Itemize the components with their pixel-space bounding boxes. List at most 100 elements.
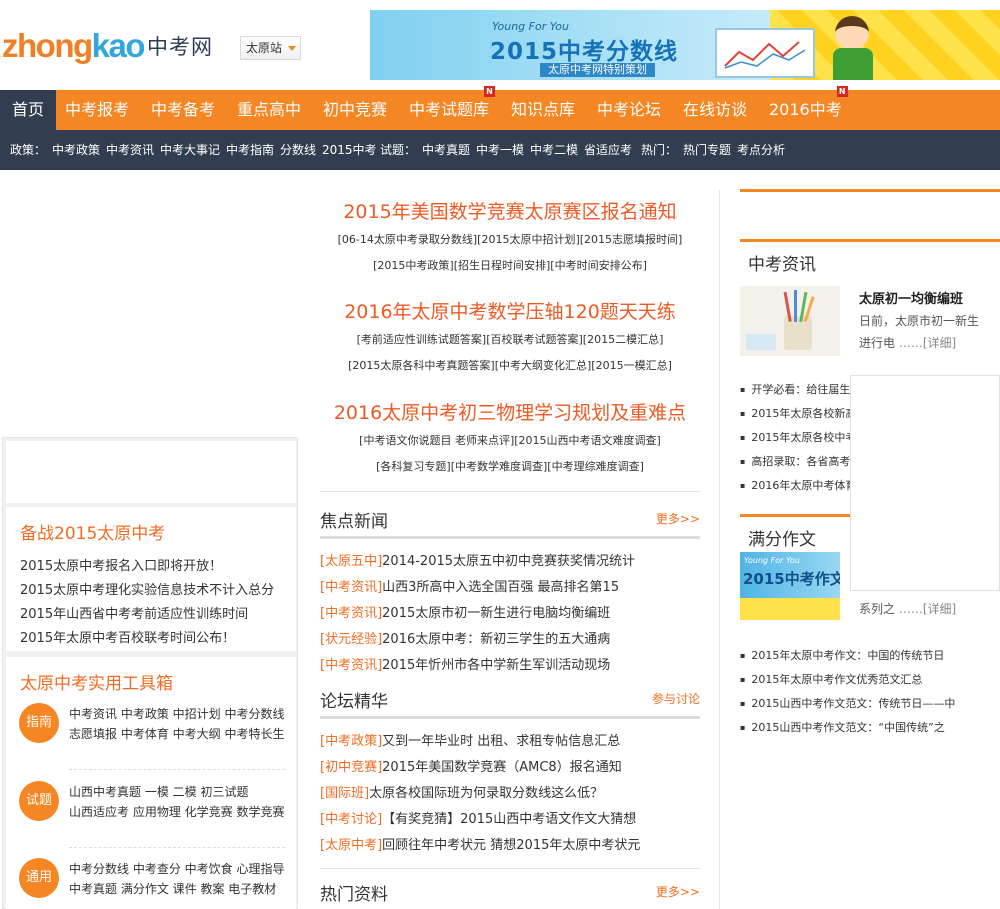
hot-more-link[interactable]: 更多>> xyxy=(656,883,700,900)
subnav-link[interactable]: 热门专题 xyxy=(683,130,731,170)
nav-apply[interactable]: 中考报考 xyxy=(65,90,129,130)
forum-item[interactable]: [初中竞赛]2015年美国数学竞赛（AMC8）报名通知 xyxy=(320,756,700,775)
subnav-link[interactable]: 省适应考 xyxy=(584,130,632,170)
chevron-down-icon xyxy=(288,46,296,51)
prep-panel: 备战2015太原中考 2015太原中考报名入口即将开放！ 2015太原中考理化实… xyxy=(6,507,296,651)
news-list-item[interactable]: 2015年太原各校新高 xyxy=(740,405,856,421)
essay-list-item[interactable]: 2015山西中考作文范文：“中国传统”之 xyxy=(740,719,944,735)
nav-2016[interactable]: 2016中考 N xyxy=(769,86,848,130)
tool-links[interactable]: 山西中考真题 一模 二模 初三试题 xyxy=(69,783,248,800)
prep-link[interactable]: 2015太原中考理化实验信息技术不计入总分 xyxy=(20,579,274,598)
chart-board-icon xyxy=(715,28,815,78)
nav-forum[interactable]: 中考论坛 xyxy=(597,90,661,130)
nav-contest[interactable]: 初中竞赛 xyxy=(323,90,387,130)
prep-link[interactable]: 2015年山西省中考考前适应性训练时间 xyxy=(20,603,248,622)
essay-list-item[interactable]: 2015山西中考作文范文：传统节日——中 xyxy=(740,695,955,711)
headline-sublinks[interactable]: [2015中考政策][招生日程时间安排][中考时间安排公布] xyxy=(320,257,700,273)
nav-prep[interactable]: 中考备考 xyxy=(151,90,215,130)
tool-links[interactable]: 志愿填报 中考体育 中考大纲 中考特长生 xyxy=(69,725,284,742)
station-selector[interactable]: 太原站 xyxy=(240,36,301,60)
news-item[interactable]: [中考资讯]山西3所高中入选全国百强 最高排名第15 xyxy=(320,576,700,595)
divider xyxy=(320,491,700,492)
forum-item[interactable]: [中考讨论]【有奖竞猜】2015山西中考语文作文大猜想 xyxy=(320,808,700,827)
focus-news-title: 焦点新闻 xyxy=(320,512,388,532)
news-item[interactable]: [中考资讯]2015太原市初一新生进行电脑均衡编班 xyxy=(320,602,700,621)
essay-desc: 系列之 ……[详细] xyxy=(859,602,957,616)
essay-thumb-title: 2015中考作文 xyxy=(743,570,840,588)
headline-link[interactable]: 2016太原中考初三物理学习规划及重难点 xyxy=(320,398,700,425)
subnav-link[interactable]: 中考二模 xyxy=(530,130,578,170)
news-list-item[interactable]: 2016年太原中考体育 xyxy=(740,477,856,493)
tool-links[interactable]: 中考分数线 中考查分 中考饮食 心理指导 xyxy=(69,860,284,877)
tool-badge[interactable]: 通用 xyxy=(19,858,59,898)
sub-nav: 政策： 中考政策 中考资讯 中考大事记 中考指南 分数线 2015中考 试题： … xyxy=(0,130,1000,170)
news-list-item[interactable]: 高招录取：各省高考 xyxy=(740,453,850,469)
forum-item[interactable]: [太原中考]回顾往年中考状元 猜想2015年太原中考状元 xyxy=(320,834,700,853)
feature-thumbnail[interactable] xyxy=(740,286,840,356)
subnav-link[interactable]: 中考大事记 xyxy=(160,130,220,170)
tool-badge[interactable]: 试题 xyxy=(19,781,59,821)
nav-knowledge[interactable]: 知识点库 xyxy=(511,90,575,130)
forum-item[interactable]: [中考政策]又到一年毕业时 出租、求租专帖信息汇总 xyxy=(320,730,700,749)
divider xyxy=(320,868,700,869)
subnav-link[interactable]: 考点分析 xyxy=(737,130,785,170)
focus-more-link[interactable]: 更多>> xyxy=(656,510,700,527)
prep-link[interactable]: 2015太原中考报名入口即将开放！ xyxy=(20,555,222,574)
site-logo[interactable]: zhong kao 中考网 xyxy=(2,24,213,68)
left-sidebar: 备战2015太原中考 2015太原中考报名入口即将开放！ 2015太原中考理化实… xyxy=(2,437,298,909)
headline-sublinks[interactable]: [各科复习专题][中考数学难度调查][中考理综难度调查] xyxy=(320,458,700,474)
feature-title[interactable]: 太原初一均衡编班 xyxy=(859,288,963,307)
headline-link[interactable]: 2016年太原中考数学压轴120题天天练 xyxy=(320,297,700,324)
essay-list-item[interactable]: 2015年太原中考作文：中国的传统节日 xyxy=(740,647,944,663)
essay-list-item[interactable]: 2015年太原中考作文优秀范文汇总 xyxy=(740,671,922,687)
prep-link[interactable]: 2015年太原中考百校联考时间公布！ xyxy=(20,627,235,646)
new-badge: N xyxy=(484,86,496,97)
news-list-item[interactable]: 2015年太原各校中考 xyxy=(740,429,856,445)
subnav-link[interactable]: 中考资讯 xyxy=(106,130,154,170)
essay-more-link[interactable]: ……[详细] xyxy=(899,602,956,616)
subnav-link[interactable]: 2015中考 xyxy=(322,130,377,170)
subnav-link[interactable]: 中考政策 xyxy=(52,130,100,170)
toolbox-panel: 太原中考实用工具箱 指南 中考资讯 中考政策 中招计划 中考分数线 志愿填报 中… xyxy=(6,657,296,909)
forum-item[interactable]: [国际班]太原各校国际班为何录取分数线这么低？ xyxy=(320,782,700,801)
new-badge: N xyxy=(836,86,848,97)
tool-links[interactable]: 山西适应考 应用物理 化学竞赛 数学竞赛 xyxy=(69,803,284,820)
news-list-item[interactable]: 开学必看：给往届生 xyxy=(740,381,850,397)
subnav-label-hot: 热门： xyxy=(641,143,678,157)
pencil-cup-icon xyxy=(746,290,815,350)
nav-interview[interactable]: 在线访谈 xyxy=(683,90,747,130)
subnav-link[interactable]: 分数线 xyxy=(280,130,316,170)
headline-sublinks[interactable]: [06-14太原中考录取分数线][2015太原中招计划][2015志愿填报时间] xyxy=(320,231,700,247)
nav-home[interactable]: 首页 xyxy=(0,90,56,130)
subnav-link[interactable]: 中考真题 xyxy=(422,130,470,170)
tool-links[interactable]: 中考资讯 中考政策 中招计划 中考分数线 xyxy=(69,705,284,722)
headline-sublinks[interactable]: [2015太原各科中考真题答案][中考大纲变化汇总][2015一模汇总] xyxy=(320,357,700,373)
forum-join-link[interactable]: 参与讨论 xyxy=(652,690,700,707)
essay-thumbnail[interactable]: Young For You 2015中考作文 xyxy=(740,552,840,620)
headline-link[interactable]: 2015年美国数学竞赛太原赛区报名通知 xyxy=(320,197,700,224)
news-section-title: 中考资讯 xyxy=(748,255,816,275)
essay-thumb-tagline: Young For You xyxy=(744,556,800,565)
banner-title: 2015中考分数线 xyxy=(490,39,679,65)
nav-2016-label: 2016中考 xyxy=(769,100,842,119)
top-banner[interactable]: Young For You 2015中考分数线 太原中考网特别策划 xyxy=(370,10,1000,80)
subnav-link[interactable]: 中考指南 xyxy=(226,130,274,170)
news-item[interactable]: [中考资讯]2015年忻州市各中学新生军训活动现场 xyxy=(320,654,700,673)
prep-title: 备战2015太原中考 xyxy=(20,524,166,544)
nav-test-bank-label: 中考试题库 xyxy=(409,100,490,119)
tool-links[interactable]: 中考真题 满分作文 课件 教案 电子教材 xyxy=(69,880,276,897)
news-item[interactable]: [太原五中]2014-2015太原五中初中竞赛获奖情况统计 xyxy=(320,550,700,569)
headline-sublinks[interactable]: [考前适应性训练试题答案][百校联考试题答案][2015二模汇总] xyxy=(320,331,700,347)
hot-materials-title: 热门资料 xyxy=(320,885,388,905)
tool-badge[interactable]: 指南 xyxy=(19,703,59,743)
news-item[interactable]: [状元经验]2016太原中考：新初三学生的五大通病 xyxy=(320,628,700,647)
floating-ad-overlay[interactable] xyxy=(850,375,1000,591)
forum-header: 论坛精华 参与讨论 xyxy=(320,685,700,719)
subnav-link[interactable]: 中考一模 xyxy=(476,130,524,170)
tool-row-general: 通用 中考分数线 中考查分 中考饮食 心理指导 中考真题 满分作文 课件 教案 … xyxy=(6,858,286,908)
headline-sublinks[interactable]: [中考语文你说题目 老师来点评][2015山西中考语文难度调查] xyxy=(320,432,700,448)
nav-high-school[interactable]: 重点高中 xyxy=(237,90,301,130)
ad-slot xyxy=(6,441,296,503)
feature-more-link[interactable]: ……[详细] xyxy=(899,336,956,350)
nav-test-bank[interactable]: 中考试题库 N xyxy=(409,86,496,130)
